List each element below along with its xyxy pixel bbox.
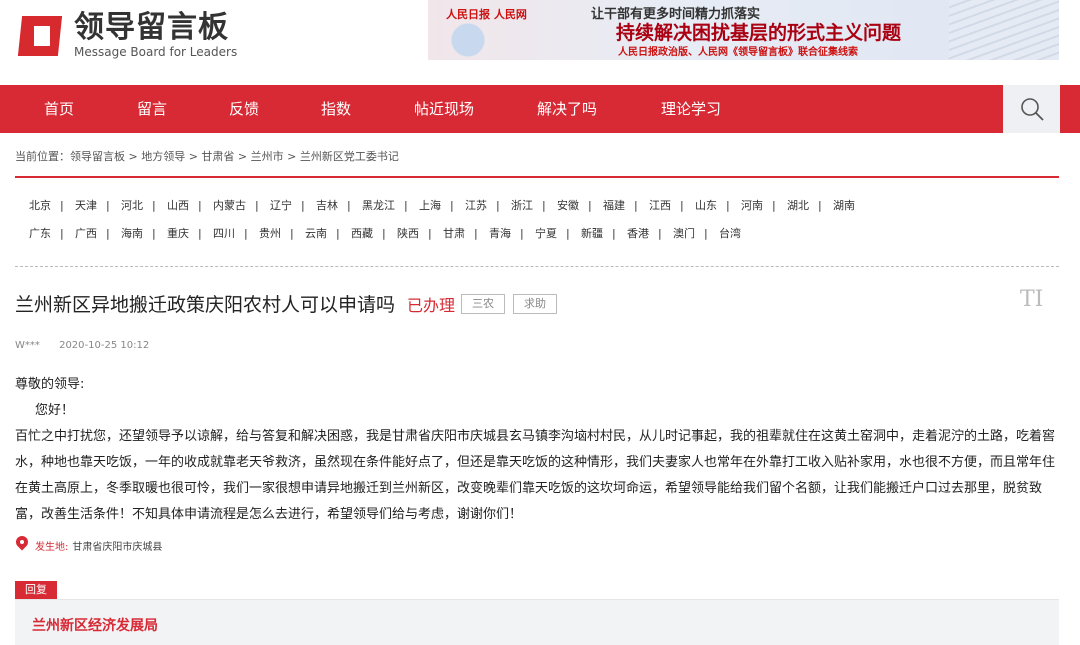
nav-onsite[interactable]: 帖近现场 (414, 85, 474, 133)
province-link[interactable]: 台湾 (704, 222, 753, 250)
province-link[interactable]: 四川 (198, 222, 247, 250)
post-location: 发生地: 甘肃省庆阳市庆城县 (15, 536, 162, 554)
post-hello: 您好！ (35, 403, 75, 418)
province-link[interactable]: 云南 (290, 222, 339, 250)
logo-title: 领导留言板 (74, 10, 229, 45)
province-link[interactable]: 湖南 (818, 194, 867, 222)
province-link[interactable]: 广西 (60, 222, 109, 250)
nav-feedback[interactable]: 反馈 (229, 85, 259, 133)
province-link[interactable]: 广东 (15, 222, 63, 250)
province-link[interactable]: 青海 (474, 222, 523, 250)
banner-headline: 持续解决困扰基层的形式主义问题 (616, 22, 902, 44)
province-link[interactable]: 重庆 (152, 222, 201, 250)
post-meta: W*** 2020-10-25 10:12 (15, 340, 149, 351)
nav-index[interactable]: 指数 (321, 85, 351, 133)
tag-help[interactable]: 求助 (513, 293, 558, 314)
banner-stairs-image (949, 0, 1059, 60)
banner-logos: 人民日报 人民网 (446, 8, 527, 21)
province-link[interactable]: 吉林 (301, 194, 350, 222)
province-link[interactable]: 内蒙古 (198, 194, 258, 222)
post-title-row: 兰州新区异地搬迁政策庆阳农村人可以申请吗 已办理 三农 求助 (15, 290, 558, 317)
province-link[interactable]: 山西 (152, 194, 201, 222)
province-link[interactable]: 辽宁 (255, 194, 304, 222)
site-header: 领导留言板 Message Board for Leaders 人民日报 人民网… (0, 0, 1080, 84)
nav-message[interactable]: 留言 (137, 85, 167, 133)
province-link[interactable]: 甘肃 (428, 222, 477, 250)
province-link[interactable]: 黑龙江 (347, 194, 407, 222)
promo-banner[interactable]: 人民日报 人民网 让干部有更多时间精力抓落实 持续解决困扰基层的形式主义问题 人… (428, 0, 1059, 60)
province-links: 北京天津河北山西内蒙古辽宁吉林黑龙江上海江苏浙江安徽福建江西山东河南湖北湖南 广… (15, 194, 1065, 250)
search-icon (1020, 98, 1044, 121)
post-time: 2020-10-25 10:12 (59, 340, 150, 351)
province-link[interactable]: 江西 (634, 194, 683, 222)
province-link[interactable]: 河北 (106, 194, 155, 222)
nav-theory[interactable]: 理论学习 (661, 85, 721, 133)
post-author: W*** (15, 340, 40, 351)
province-link[interactable]: 西藏 (336, 222, 385, 250)
province-link[interactable]: 宁夏 (520, 222, 569, 250)
nav-home[interactable]: 首页 (44, 85, 74, 133)
reply-org-name: 兰州新区经济发展局 (32, 618, 158, 634)
status-badge: 已办理 (407, 295, 456, 315)
banner-subline: 人民日报政治版、人民网《领导留言板》联合征集线索 (618, 47, 858, 58)
post-greeting: 尊敬的领导: (15, 377, 85, 392)
post-content: 尊敬的领导: 您好！ 百忙之中打扰您，还望领导予以谅解，给与答复和解决困惑，我是… (15, 372, 1065, 528)
province-link[interactable]: 陕西 (382, 222, 431, 250)
province-link[interactable]: 香港 (612, 222, 661, 250)
logo-mark-icon (16, 10, 66, 60)
breadcrumb: 当前位置：领导留言板 > 地方领导 > 甘肃省 > 兰州市 > 兰州新区党工委书… (15, 150, 399, 163)
reply-badge: 回复 (15, 581, 57, 599)
post-body: 百忙之中打扰您，还望领导予以谅解，给与答复和解决困惑，我是甘肃省庆阳市庆城县玄马… (15, 429, 1056, 522)
search-button[interactable] (1003, 85, 1060, 133)
province-row: 广东广西海南重庆四川贵州云南西藏陕西甘肃青海宁夏新疆香港澳门台湾 (15, 222, 1065, 250)
location-value: 甘肃省庆阳市庆城县 (72, 541, 163, 553)
province-link[interactable]: 山东 (680, 194, 729, 222)
province-link[interactable]: 河南 (726, 194, 775, 222)
reply-panel (15, 600, 1059, 645)
location-label: 发生地: (35, 541, 69, 553)
red-divider (15, 176, 1059, 178)
province-link[interactable]: 上海 (404, 194, 453, 222)
province-link[interactable]: 天津 (60, 194, 109, 222)
province-link[interactable]: 澳门 (658, 222, 707, 250)
province-link[interactable]: 海南 (106, 222, 155, 250)
province-link[interactable]: 安徽 (542, 194, 591, 222)
font-size-icon[interactable]: TI (1020, 287, 1043, 312)
site-logo[interactable]: 领导留言板 Message Board for Leaders (16, 10, 237, 60)
province-link[interactable]: 北京 (15, 194, 63, 222)
province-row: 北京天津河北山西内蒙古辽宁吉林黑龙江上海江苏浙江安徽福建江西山东河南湖北湖南 (15, 194, 1065, 222)
dashed-divider (15, 266, 1059, 267)
province-link[interactable]: 湖北 (772, 194, 821, 222)
logo-subtitle: Message Board for Leaders (74, 45, 238, 59)
province-link[interactable]: 江苏 (450, 194, 499, 222)
post-title: 兰州新区异地搬迁政策庆阳农村人可以申请吗 (15, 294, 396, 316)
province-link[interactable]: 新疆 (566, 222, 615, 250)
nav-solved[interactable]: 解决了吗 (537, 85, 597, 133)
province-link[interactable]: 浙江 (496, 194, 545, 222)
tag-agriculture[interactable]: 三农 (461, 293, 506, 314)
main-nav: 首页 留言 反馈 指数 帖近现场 解决了吗 理论学习 (0, 85, 1080, 133)
location-pin-icon (15, 536, 29, 554)
province-link[interactable]: 福建 (588, 194, 637, 222)
province-link[interactable]: 贵州 (244, 222, 293, 250)
